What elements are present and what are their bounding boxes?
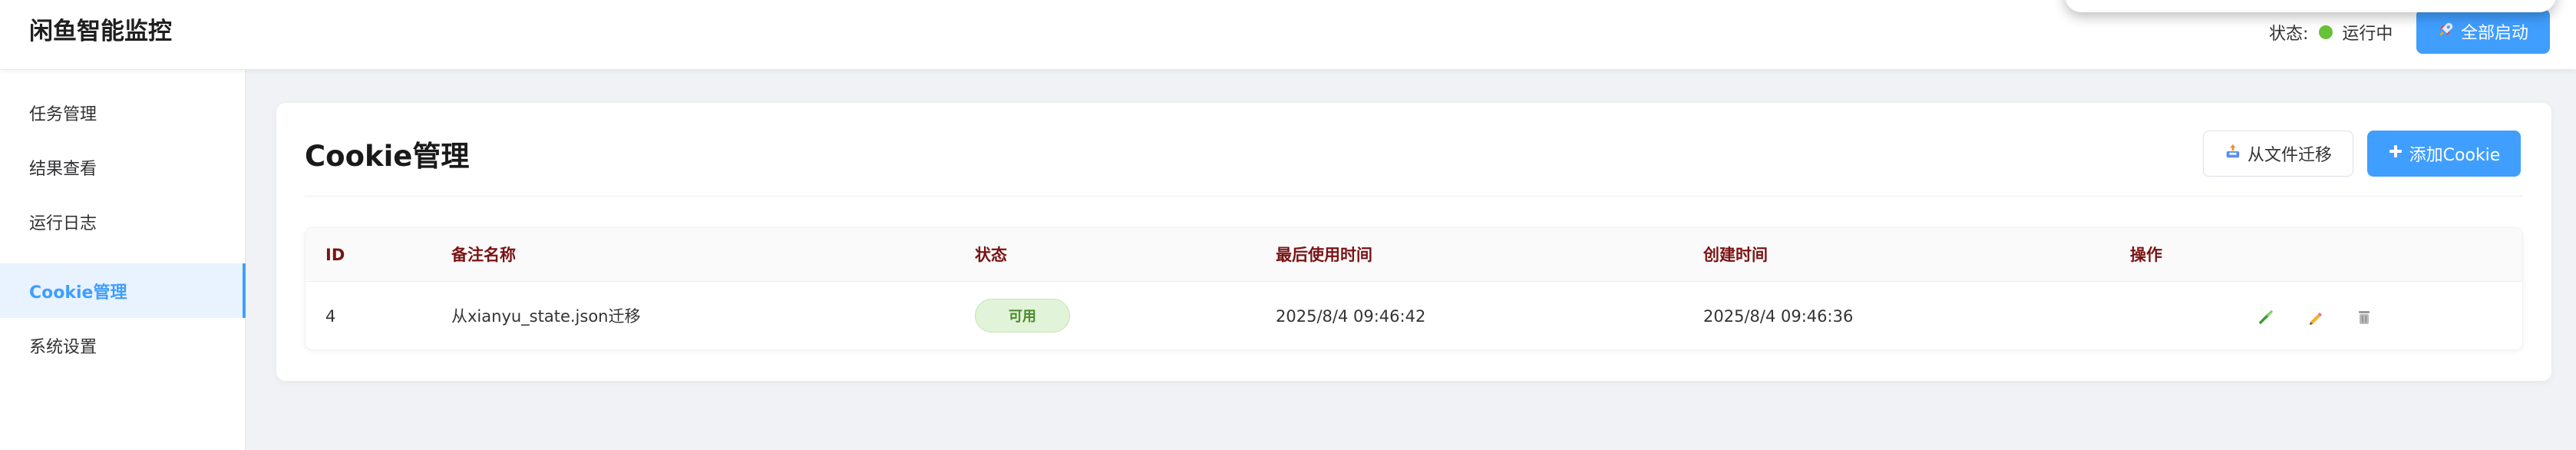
- dropdown-popover: [2065, 0, 2556, 12]
- sidebar: 任务管理 结果查看 运行日志 Cookie管理 系统设置: [0, 70, 246, 450]
- status-text: 运行中: [2342, 25, 2393, 44]
- edit-icon[interactable]: [2303, 305, 2327, 329]
- table-header: ID 备注名称 状态 最后使用时间 创建时间 操作: [305, 228, 2522, 282]
- add-cookie-button[interactable]: 添加Cookie: [2367, 131, 2521, 177]
- status-dot-icon: [2319, 25, 2333, 39]
- plus-icon: [2388, 144, 2403, 164]
- column-header-id: ID: [325, 246, 345, 264]
- column-header-last-used: 最后使用时间: [1276, 246, 1372, 264]
- sidebar-item-settings[interactable]: 系统设置: [0, 318, 246, 372]
- column-header-name: 备注名称: [451, 246, 516, 264]
- sidebar-item-cookies[interactable]: Cookie管理: [0, 263, 246, 318]
- sidebar-item-results[interactable]: 结果查看: [0, 140, 246, 194]
- rocket-icon: [2438, 21, 2455, 42]
- page-title: Cookie管理: [305, 140, 470, 173]
- cookie-card: Cookie管理 从文件迁移 添加Cookie ID 备注名称 状态 最后使用时…: [276, 103, 2551, 381]
- start-all-button[interactable]: 全部启动: [2416, 9, 2550, 54]
- status-label: 状态:: [2269, 25, 2309, 44]
- sidebar-item-label: Cookie管理: [29, 283, 127, 303]
- cell-created: 2025/8/4 09:46:36: [1703, 307, 1854, 326]
- cell-last-used: 2025/8/4 09:46:42: [1276, 307, 1426, 326]
- add-cookie-label: 添加Cookie: [2409, 146, 2501, 165]
- cell-id: 4: [325, 307, 336, 326]
- column-header-actions: 操作: [2130, 246, 2162, 264]
- sidebar-item-tasks[interactable]: 任务管理: [0, 85, 246, 140]
- migrate-label: 从文件迁移: [2247, 146, 2332, 165]
- cookie-table: ID 备注名称 状态 最后使用时间 创建时间 操作 4 从xianyu_stat…: [305, 227, 2523, 350]
- app-title: 闲鱼智能监控: [29, 18, 172, 45]
- divider: [305, 196, 2523, 197]
- sidebar-item-logs[interactable]: 运行日志: [0, 194, 246, 249]
- start-all-label: 全部启动: [2460, 24, 2528, 43]
- inbox-upload-icon: [2224, 143, 2241, 164]
- test-icon[interactable]: [2254, 305, 2278, 329]
- cell-name: 从xianyu_state.json迁移: [451, 307, 641, 326]
- sidebar-item-label: 任务管理: [29, 104, 97, 124]
- column-header-created: 创建时间: [1703, 246, 1768, 264]
- sidebar-item-label: 运行日志: [29, 213, 97, 233]
- delete-icon[interactable]: [2352, 305, 2376, 329]
- migrate-from-file-button[interactable]: 从文件迁移: [2203, 131, 2353, 177]
- sidebar-item-label: 结果查看: [29, 159, 97, 179]
- status-badge: 可用: [975, 299, 1070, 333]
- table-row: 4 从xianyu_state.json迁移 可用 2025/8/4 09:46…: [305, 282, 2522, 349]
- column-header-status: 状态: [975, 246, 1007, 264]
- run-status: 状态: 运行中: [2269, 18, 2393, 46]
- sidebar-item-label: 系统设置: [29, 337, 97, 357]
